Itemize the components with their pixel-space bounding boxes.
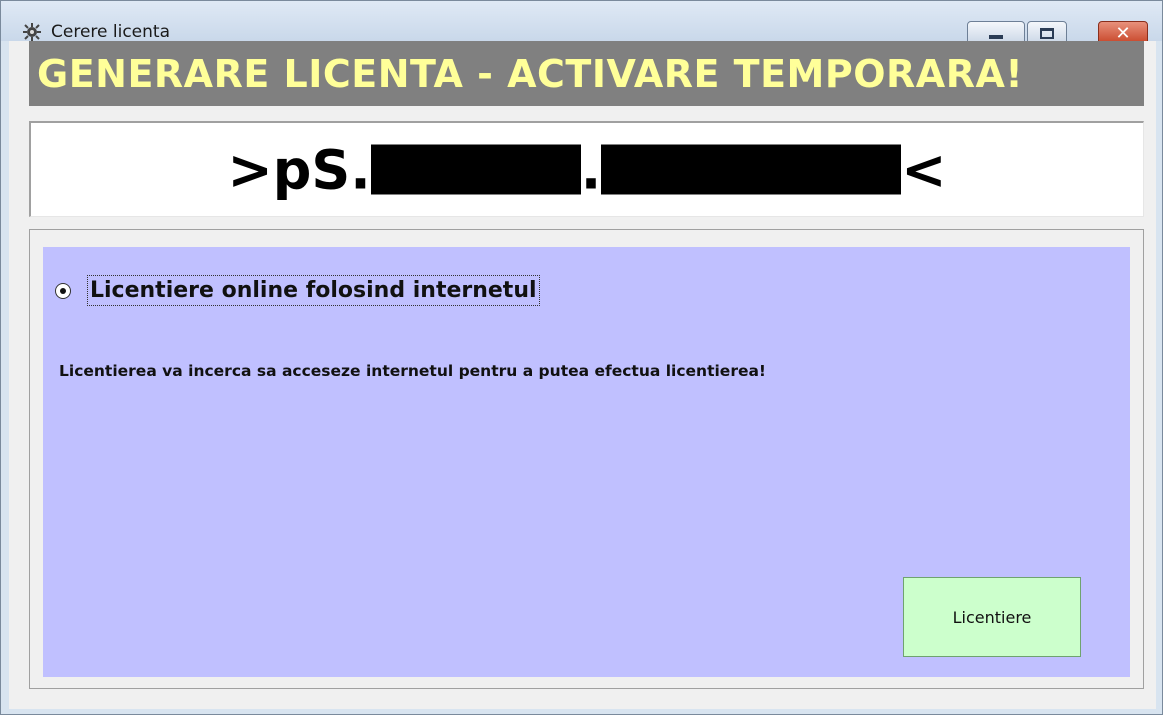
license-code-prefix: >pS. [227, 138, 371, 201]
online-licensing-label[interactable]: Licentiere online folosind internetul [87, 275, 540, 306]
window-title: Cerere licenta [51, 22, 170, 42]
license-code-row: >pS. . < [31, 138, 1143, 201]
gear-spider-icon [23, 23, 41, 41]
title-bar[interactable]: Cerere licenta ✕ [1, 1, 1162, 45]
license-code-suffix: < [901, 138, 947, 201]
maximize-icon [1040, 27, 1054, 39]
license-button[interactable]: Licentiere [903, 577, 1081, 657]
redacted-block [370, 144, 581, 195]
header-title: GENERARE LICENTA - ACTIVARE TEMPORARA! [37, 51, 1024, 96]
header-banner: GENERARE LICENTA - ACTIVARE TEMPORARA! [29, 41, 1144, 106]
online-licensing-option[interactable]: Licentiere online folosind internetul [55, 275, 540, 306]
license-code-separator: . [580, 138, 602, 201]
minimize-icon [989, 35, 1003, 39]
license-code-display: >pS. . < [29, 121, 1144, 217]
redacted-block [601, 144, 902, 195]
online-licensing-radio[interactable] [55, 282, 71, 299]
online-licensing-description: Licentierea va incerca sa acceseze inter… [59, 362, 767, 380]
online-licensing-panel: Licentiere online folosind internetul Li… [43, 247, 1130, 677]
license-request-window: Cerere licenta ✕ GENERARE LICENTA - ACTI… [0, 0, 1163, 715]
